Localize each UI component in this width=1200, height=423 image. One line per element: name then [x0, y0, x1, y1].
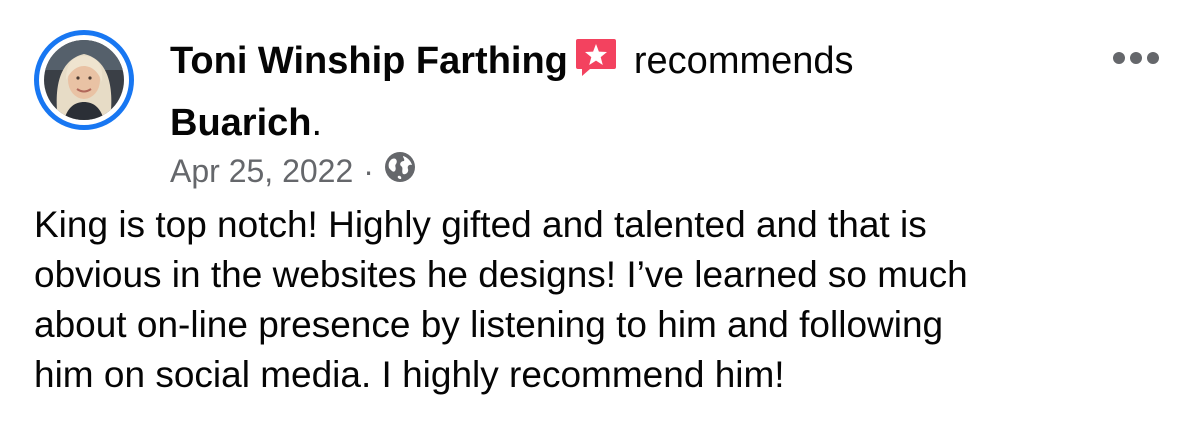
separator: · [363, 153, 374, 189]
recommendation-badge-icon [574, 36, 618, 94]
recommendation-post: Toni Winship Farthing recommends Buarich.… [0, 0, 1200, 423]
recommended-page-name[interactable]: Buarich [170, 102, 311, 144]
post-header: Toni Winship Farthing recommends Buarich. [170, 32, 1070, 152]
post-body-text: King is top notch! Highly gifted and tal… [34, 204, 968, 395]
profile-photo [44, 40, 124, 120]
more-options-icon [1113, 52, 1159, 64]
post-meta: Apr 25, 2022 · [170, 146, 416, 196]
author-name[interactable]: Toni Winship Farthing [170, 40, 568, 82]
avatar[interactable] [34, 30, 134, 130]
period: . [311, 102, 323, 144]
more-options-button[interactable] [1106, 36, 1166, 80]
globe-icon[interactable] [384, 148, 416, 196]
action-text: recommends [633, 40, 854, 82]
post-date[interactable]: Apr 25, 2022 [170, 147, 353, 195]
